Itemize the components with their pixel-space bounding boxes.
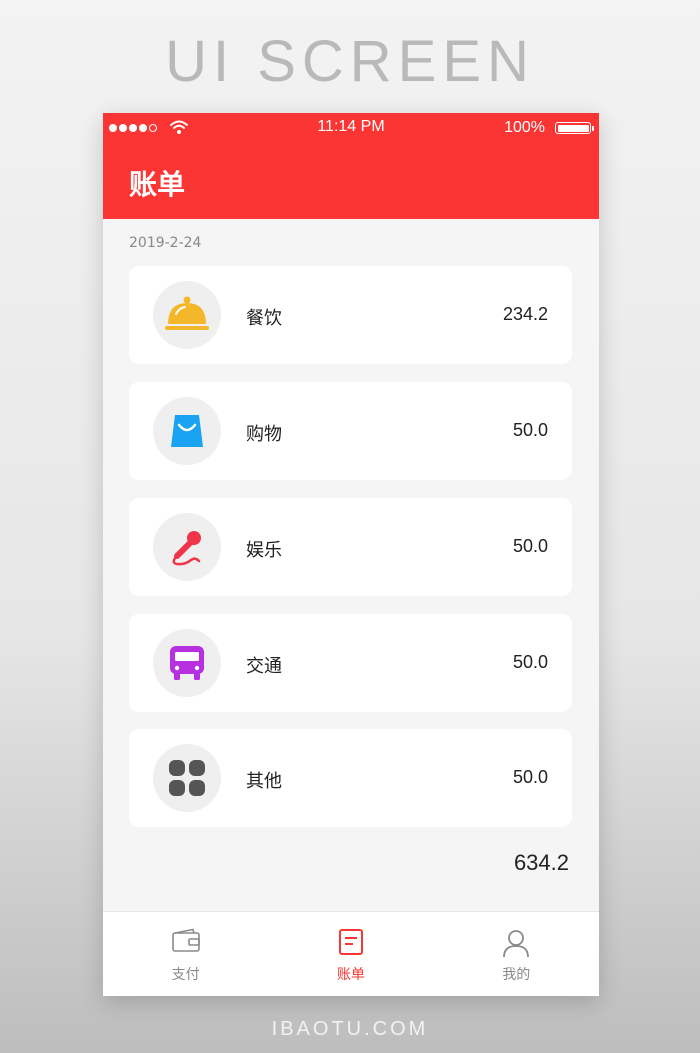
bill-item-amount: 234.2 <box>502 304 548 324</box>
bill-item-amount: 50.0 <box>512 536 548 556</box>
tab-mine[interactable]: 我的 <box>434 912 599 996</box>
bill-item-shopping[interactable]: 购物 50.0 <box>129 382 572 480</box>
page-title: 账单 <box>129 168 186 201</box>
bill-item-entertainment[interactable]: 娱乐 50.0 <box>129 498 572 596</box>
bill-item-label: 购物 <box>246 424 282 445</box>
shopping-bag-icon <box>171 415 203 447</box>
tab-bill[interactable]: 账单 <box>268 912 433 996</box>
bill-item-other[interactable]: 其他 50.0 <box>129 729 572 827</box>
bill-item-amount: 50.0 <box>512 652 548 672</box>
phone-screen: 11:14 PM 100% 账单 2019-2-24 餐饮 234.2 购物 5… <box>103 113 599 996</box>
tab-label: 支付 <box>171 967 200 983</box>
showcase-footer: IBAOTU.COM <box>271 1018 429 1040</box>
app-header: 11:14 PM 100% 账单 <box>103 113 599 219</box>
battery-percent: 100% <box>504 119 545 136</box>
user-icon <box>503 930 530 958</box>
bill-item-label: 其他 <box>246 771 282 792</box>
bill-item-label: 交通 <box>246 656 282 677</box>
battery-icon <box>555 122 591 134</box>
bill-icon <box>338 929 363 955</box>
dish-cover-icon <box>165 296 209 330</box>
tab-label: 账单 <box>336 967 365 983</box>
bill-item-label: 娱乐 <box>246 540 282 561</box>
grid-icon <box>169 760 205 796</box>
microphone-icon <box>172 531 201 566</box>
tab-label: 我的 <box>502 967 531 983</box>
wallet-icon <box>171 928 200 952</box>
bill-item-amount: 50.0 <box>512 420 548 440</box>
tab-bar: 支付 账单 我的 <box>103 911 599 996</box>
bill-item-label: 餐饮 <box>246 308 282 329</box>
bill-date: 2019-2-24 <box>129 235 202 251</box>
showcase-title: UI SCREEN <box>165 29 535 94</box>
status-bar: 11:14 PM 100% <box>103 113 599 143</box>
bill-item-amount: 50.0 <box>512 767 548 787</box>
tab-pay[interactable]: 支付 <box>103 912 268 996</box>
bill-item-transport[interactable]: 交通 50.0 <box>129 614 572 712</box>
bill-item-dining[interactable]: 餐饮 234.2 <box>129 266 572 364</box>
bus-icon <box>170 646 204 680</box>
bill-total: 634.2 <box>513 850 569 875</box>
